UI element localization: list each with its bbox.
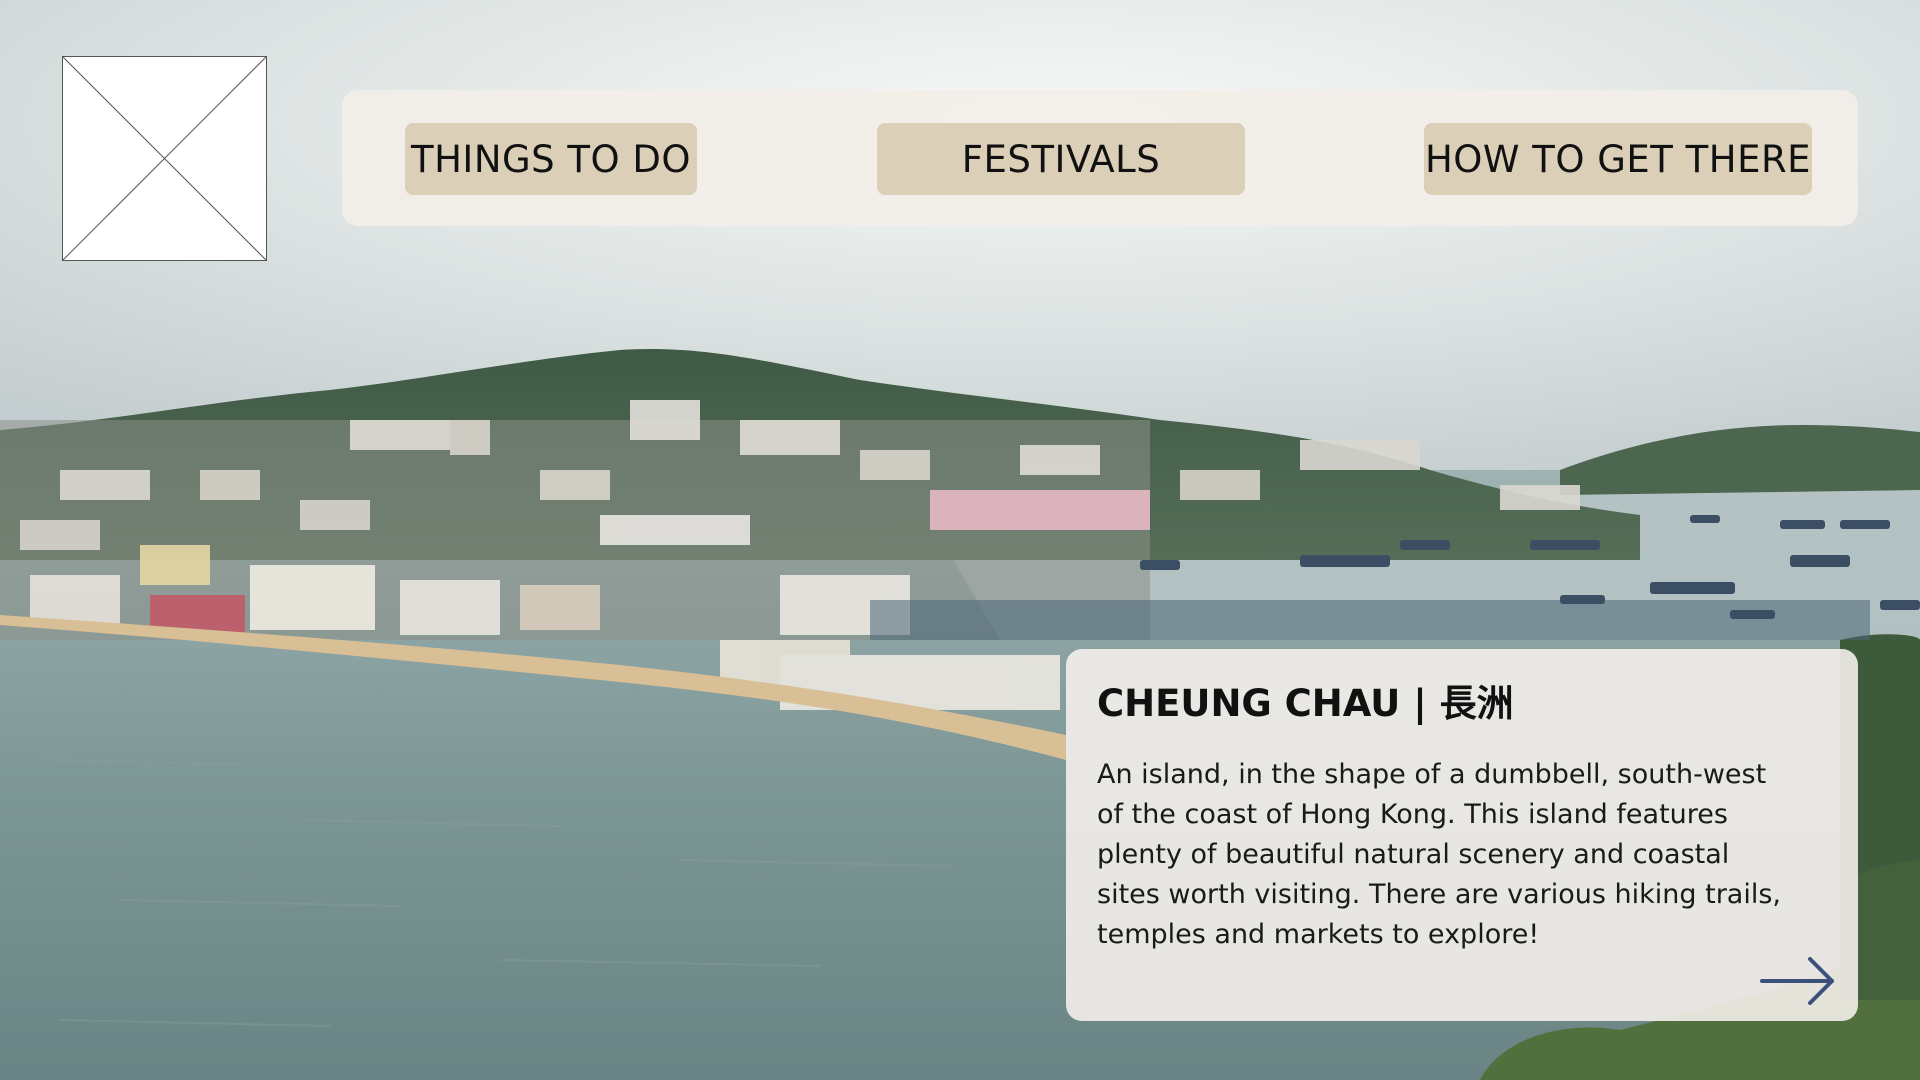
logo-placeholder[interactable] (62, 56, 267, 261)
card-description: An island, in the shape of a dumbbell, s… (1097, 759, 1781, 950)
top-navigation: THINGS TO DO FESTIVALS HOW TO GET THERE (342, 90, 1858, 226)
image-placeholder-icon (63, 57, 266, 260)
card-title: CHEUNG CHAU | 長洲 (1097, 682, 1514, 725)
page: THINGS TO DO FESTIVALS HOW TO GET THERE … (0, 0, 1920, 1080)
nav-things-to-do-button[interactable]: THINGS TO DO (405, 123, 697, 195)
nav-how-to-get-there-button[interactable]: HOW TO GET THERE (1424, 123, 1812, 195)
arrow-right-icon[interactable] (1758, 955, 1838, 1007)
info-card: CHEUNG CHAU | 長洲 An island, in the shape… (1066, 649, 1858, 1021)
nav-festivals-button[interactable]: FESTIVALS (877, 123, 1245, 195)
